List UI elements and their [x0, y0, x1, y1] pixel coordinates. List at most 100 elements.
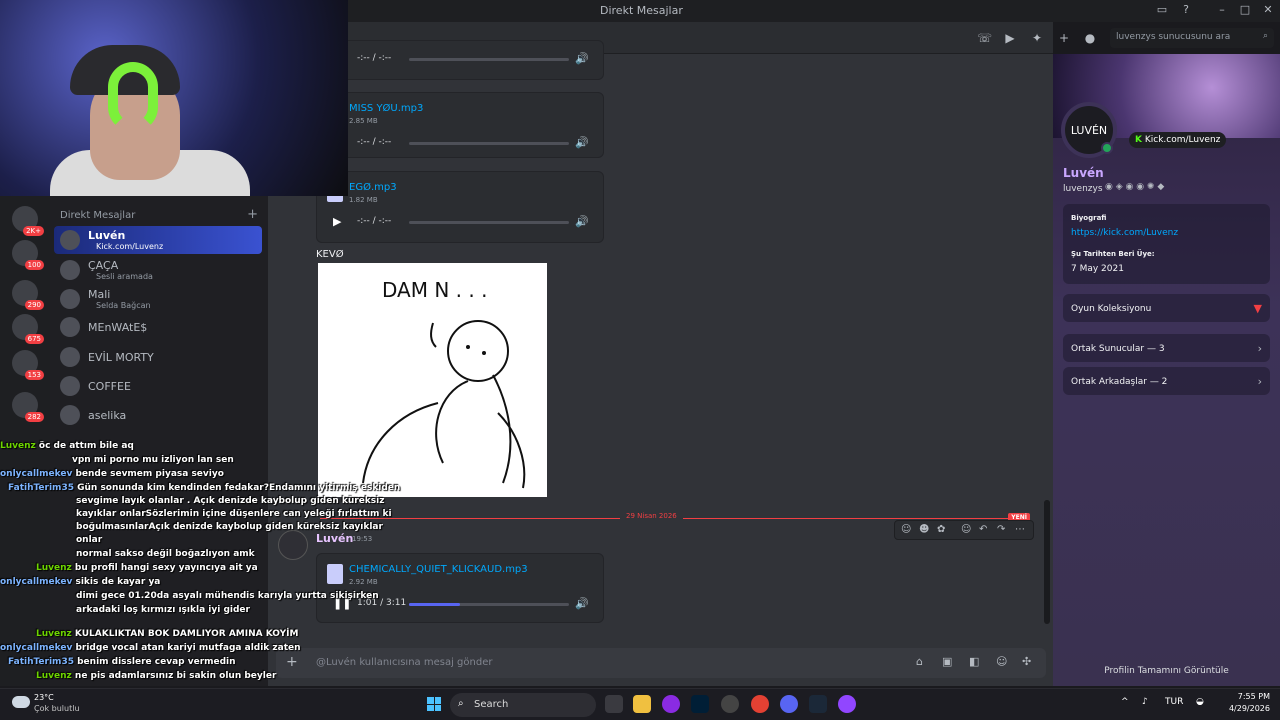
task-view-icon[interactable]	[605, 695, 623, 713]
close-button[interactable]: ✕	[1260, 3, 1276, 19]
audio-attachment: MISS YØU.mp3 2.85 MB -:-- / -:-- 🔊	[316, 92, 604, 158]
reaction-icon[interactable]: ✿	[937, 524, 945, 535]
apps-icon[interactable]: ✣	[1022, 655, 1031, 668]
app-icon[interactable]	[662, 695, 680, 713]
pin-icon[interactable]: ✦	[1030, 31, 1044, 45]
steam-icon[interactable]	[809, 695, 827, 713]
clock-date[interactable]: 4/29/2026	[1212, 704, 1270, 713]
server-icon[interactable]: 2K+	[12, 206, 44, 236]
volume-icon[interactable]: 🔊	[575, 52, 589, 65]
chat-text: KULAKLIKTAN BOK DAMLIYOR AMINA KOYİM	[74, 629, 299, 639]
member-since-label: Şu Tarihten Beri Üye:	[1071, 250, 1155, 258]
server-icon[interactable]: 282	[12, 392, 44, 422]
chat-text: Gün sonunda kim kendinden fedakar?Endamı…	[77, 483, 401, 493]
reaction-icon[interactable]: ☺	[901, 524, 911, 535]
dm-item-coffee[interactable]: COFFEE	[54, 372, 262, 400]
taskbar-search-label: Search	[474, 699, 509, 710]
chat-user: Luvenz	[36, 671, 72, 681]
stream-chat-overlay: Luvenz öc de attım bile aq vpn mi porno …	[0, 436, 400, 686]
server-icon[interactable]: 153	[12, 350, 44, 380]
profile-username[interactable]: luvenzys	[1063, 184, 1103, 194]
message-input[interactable]: + @Luvén kullanıcısına mesaj gönder ⌂ ▣ …	[276, 648, 1046, 678]
volume-icon[interactable]: 🔊	[575, 597, 589, 610]
audio-player[interactable]: -:-- / -:-- 🔊	[327, 49, 597, 69]
dm-item-caca[interactable]: ÇAÇA Sesli aramada	[54, 256, 262, 284]
dm-item-menwates[interactable]: MEnWAtE$	[54, 313, 262, 341]
chat-line: onlycallmekev bridge vocal atan kariyi m…	[0, 643, 380, 653]
search-input[interactable]: luvenzys sunucusunu ara ⌕	[1110, 28, 1274, 48]
help-icon[interactable]: ?	[1178, 3, 1194, 19]
add-reaction-icon[interactable]: ☺	[961, 524, 971, 535]
avatar	[60, 230, 80, 250]
video-call-icon[interactable]: ▶	[1003, 31, 1017, 45]
inbox-icon[interactable]: ▭	[1154, 3, 1170, 19]
forward-icon[interactable]: ↷	[997, 524, 1005, 535]
dm-item-mali[interactable]: Mali Selda Bağcan	[54, 285, 262, 313]
audio-player[interactable]: -:-- / -:-- 🔊	[327, 133, 597, 153]
server-icon[interactable]: 290	[12, 280, 44, 310]
audio-progress[interactable]	[409, 221, 569, 224]
reaction-icon[interactable]: ☻	[919, 524, 929, 535]
dm-item-name: aselika	[88, 409, 127, 422]
chat-user: onlycallmekev	[0, 643, 73, 653]
server-icon[interactable]: 675	[12, 314, 44, 344]
file-name[interactable]: EGØ.mp3	[349, 182, 397, 193]
server-icon[interactable]: 100	[12, 240, 44, 270]
file-explorer-icon[interactable]	[633, 695, 651, 713]
obs-icon[interactable]	[721, 695, 739, 713]
language-indicator[interactable]: TUR	[1165, 697, 1183, 707]
audio-player[interactable]: ▶ -:-- / -:-- 🔊	[327, 212, 597, 232]
chrome-icon[interactable]	[751, 695, 769, 713]
windows-start-icon[interactable]	[427, 697, 441, 711]
gif-icon[interactable]: ▣	[942, 655, 952, 668]
maximize-button[interactable]: □	[1237, 3, 1253, 19]
sticker-icon[interactable]: ◧	[969, 655, 979, 668]
chevron-up-icon[interactable]: ^	[1121, 697, 1129, 707]
mutual-friends-row[interactable]: Ortak Arkadaşlar — 2 ›	[1063, 367, 1270, 395]
more-icon[interactable]: ⋯	[1015, 524, 1025, 535]
profile-badges-icon[interactable]: ◉ ◈ ◉ ◉ ✺ ◆	[1105, 182, 1164, 192]
dm-item-evil-morty[interactable]: EVİL MORTY	[54, 343, 262, 371]
audio-progress[interactable]	[409, 58, 569, 61]
play-icon[interactable]: ▶	[333, 215, 341, 228]
game-collection-card[interactable]: Oyun Koleksiyonu ▼	[1063, 294, 1270, 322]
dm-item-luven[interactable]: Luvén Kick.com/Luvenz	[54, 226, 262, 254]
gift-icon[interactable]: ⌂	[916, 655, 923, 668]
bio-link[interactable]: https://kick.com/Luvenz	[1071, 228, 1178, 238]
image-caption: KEVØ	[316, 249, 344, 260]
emoji-icon[interactable]: ☺	[996, 655, 1007, 668]
user-profile-icon[interactable]: ●	[1083, 31, 1097, 45]
photoshop-icon[interactable]	[691, 695, 709, 713]
dm-item-status: Sesli aramada	[96, 272, 153, 281]
discord-icon[interactable]	[780, 695, 798, 713]
microphone-icon[interactable]: ♪	[1142, 697, 1148, 707]
chat-text: benim disslere cevap vermedin	[77, 657, 236, 667]
dm-item-aselika[interactable]: aselika	[54, 401, 262, 429]
network-icon[interactable]: ◒	[1196, 697, 1204, 707]
chat-user: Luvenz	[0, 441, 36, 451]
volume-icon[interactable]: 🔊	[575, 136, 589, 149]
cloud-icon	[12, 696, 30, 708]
server-badge: 2K+	[23, 226, 44, 236]
chat-line: sevgime layık olanlar . Açık denizde kay…	[76, 496, 456, 506]
minimize-button[interactable]: –	[1214, 3, 1230, 19]
audio-progress[interactable]	[409, 142, 569, 145]
taskbar-search[interactable]: ⌕ Search	[450, 693, 596, 717]
file-name[interactable]: MISS YØU.mp3	[349, 103, 423, 114]
chat-line: onlycallmekev sikis de kayar ya	[0, 577, 380, 587]
kick-icon: K	[1135, 135, 1142, 145]
reply-icon[interactable]: ↶	[979, 524, 987, 535]
chat-scrollbar[interactable]	[1044, 500, 1050, 624]
server-badge: 282	[24, 412, 44, 422]
clock-time[interactable]: 7:55 PM	[1224, 692, 1270, 701]
new-dm-button[interactable]: +	[247, 207, 258, 222]
volume-icon[interactable]: 🔊	[575, 215, 589, 228]
add-friends-icon[interactable]: +	[1057, 31, 1071, 45]
audio-time: -:-- / -:--	[357, 137, 392, 147]
weather-widget[interactable]: 23°C Çok bulutlu	[10, 693, 90, 717]
view-full-profile-button[interactable]: Profilin Tamamını Görüntüle	[1053, 666, 1280, 676]
mutual-servers-row[interactable]: Ortak Sunucular — 3 ›	[1063, 334, 1270, 362]
app-icon[interactable]	[838, 695, 856, 713]
voice-call-icon[interactable]: ☏	[977, 31, 992, 45]
chat-text: ne pis adamlarsınız bi sakin olun beyler	[74, 671, 277, 681]
